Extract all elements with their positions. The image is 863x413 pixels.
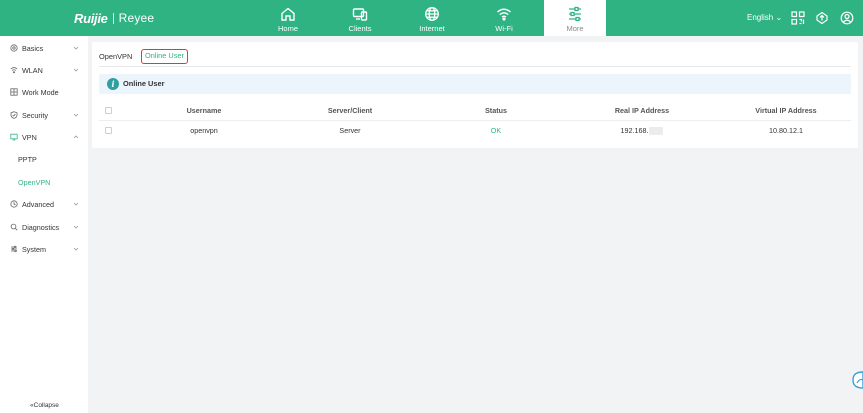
sidebar-label-advanced: Advanced	[22, 199, 54, 209]
column-username: Username	[186, 106, 222, 115]
nav-internet[interactable]: Internet	[402, 0, 462, 36]
info-banner: i Online User	[99, 74, 851, 94]
globe-icon	[425, 7, 439, 21]
nav-clients[interactable]: Clients	[330, 0, 390, 36]
upgrade-icon[interactable]	[815, 11, 829, 25]
chevron-down-icon	[73, 247, 79, 251]
nav-home-label: Home	[277, 24, 298, 33]
cell-username: openvpn	[190, 126, 218, 135]
chevron-down-icon	[73, 113, 79, 117]
select-all-checkbox[interactable]	[105, 107, 112, 114]
sidebar-subitem-pptp[interactable]: PPTP	[0, 149, 88, 169]
real-ip-text: 192.168.	[620, 126, 649, 135]
diagnostics-icon	[10, 223, 18, 231]
nav-more-label: More	[566, 24, 584, 33]
sidebar-label-openvpn: OpenVPN	[18, 177, 51, 187]
tab-online-user[interactable]: Online User	[141, 49, 188, 64]
column-virtual-ip: Virtual IP Address	[755, 106, 817, 115]
chevron-up-icon	[73, 135, 79, 139]
sidebar: Basics WLAN Work Mode Security VPN PPTP …	[0, 36, 88, 413]
wifi-icon	[497, 8, 511, 21]
chevron-down-icon	[73, 225, 79, 229]
online-user-card: OpenVPN Online User i Online User Userna…	[92, 42, 858, 148]
collapse-button[interactable]: «Collapse	[30, 402, 59, 409]
info-icon: i	[107, 78, 119, 90]
sidebar-item-wlan[interactable]: WLAN	[0, 60, 88, 80]
info-title: Online User	[123, 79, 165, 88]
row-checkbox[interactable]	[105, 127, 112, 134]
brand-reyee: Reyee	[118, 11, 155, 25]
nav-internet-label: Internet	[419, 24, 445, 33]
redacted-blur	[649, 127, 664, 136]
sidebar-item-system[interactable]: System	[0, 239, 88, 259]
chevron-down-icon: ⌄	[775, 13, 783, 22]
cell-server-client: Server	[339, 126, 361, 135]
language-label: English	[747, 13, 774, 22]
system-icon	[11, 245, 17, 253]
column-server-client: Server/Client	[327, 106, 373, 115]
nav-home[interactable]: Home	[258, 0, 318, 36]
sidebar-label-wlan: WLAN	[22, 65, 43, 75]
chevron-down-icon	[73, 202, 79, 206]
sidebar-label-vpn: VPN	[22, 132, 37, 142]
qr-code-icon[interactable]	[791, 11, 805, 25]
column-status: Status	[485, 106, 507, 115]
cell-virtual-ip: 10.80.12.1	[769, 126, 803, 135]
wifi-icon	[10, 67, 18, 74]
sliders-icon	[569, 6, 581, 22]
nav-wifi[interactable]: Wi-Fi	[474, 0, 534, 36]
gear-icon	[10, 44, 18, 52]
column-real-ip: Real IP Address	[614, 106, 670, 115]
grid-icon	[10, 88, 18, 96]
chevron-down-icon	[73, 68, 79, 72]
shield-icon	[10, 111, 18, 119]
chevron-down-icon	[73, 46, 79, 50]
sidebar-label-security: Security	[22, 110, 48, 120]
sidebar-label-basics: Basics	[22, 43, 44, 53]
user-account-icon[interactable]	[840, 11, 854, 25]
sidebar-label-diagnostics: Diagnostics	[22, 222, 60, 232]
sidebar-item-vpn[interactable]: VPN	[0, 127, 88, 147]
top-bar: Ruijie Reyee Home Clients Internet Wi-Fi…	[0, 0, 863, 36]
advanced-icon	[10, 200, 18, 208]
collapse-label: Collapse	[33, 402, 59, 409]
table-header: Username Server/Client Status Real IP Ad…	[99, 101, 851, 121]
brand-divider	[112, 12, 114, 24]
cell-status: OK	[490, 126, 502, 135]
sidebar-subitem-openvpn[interactable]: OpenVPN	[0, 172, 88, 192]
brand-ruijie: Ruijie	[74, 10, 108, 26]
sidebar-item-work-mode[interactable]: Work Mode	[0, 82, 88, 102]
cell-real-ip: 192.168.	[577, 121, 707, 141]
sidebar-item-basics[interactable]: Basics	[0, 38, 88, 58]
vpn-icon	[10, 133, 18, 141]
sidebar-item-advanced[interactable]: Advanced	[0, 194, 88, 214]
home-icon	[281, 7, 295, 21]
nav-wifi-label: Wi-Fi	[495, 24, 513, 33]
nav-more[interactable]: More	[544, 0, 606, 36]
tab-openvpn[interactable]: OpenVPN	[99, 50, 132, 64]
sidebar-label-pptp: PPTP	[18, 154, 37, 164]
brand-logo: Ruijie Reyee	[74, 10, 154, 26]
support-chat-icon[interactable]	[851, 370, 863, 390]
language-selector[interactable]: English ⌄	[747, 13, 782, 22]
tab-divider	[99, 66, 851, 67]
nav-clients-label: Clients	[348, 24, 372, 33]
table-row: openvpn Server OK 192.168. 10.80.12.1	[99, 121, 851, 141]
sidebar-label-work-mode: Work Mode	[22, 87, 59, 97]
sidebar-item-security[interactable]: Security	[0, 105, 88, 125]
clients-icon	[352, 8, 368, 21]
sidebar-item-diagnostics[interactable]: Diagnostics	[0, 217, 88, 237]
sidebar-label-system: System	[22, 244, 46, 254]
